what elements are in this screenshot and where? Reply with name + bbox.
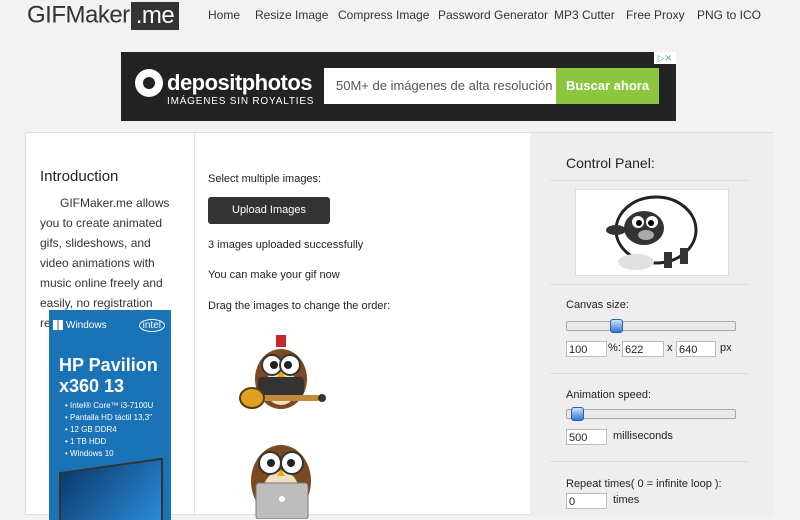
laptop-image — [59, 457, 163, 520]
drag-hint: Drag the images to change the order: — [208, 300, 391, 312]
middle-column: Select multiple images: Upload Images 3 … — [194, 133, 530, 519]
ad-search-button[interactable]: Buscar ahora — [556, 68, 659, 104]
ad-tagline: IMÁGENES SIN ROYALTIES — [167, 96, 315, 107]
control-panel: Control Panel: Canvas size: 100 %: 622 x… — [530, 133, 774, 516]
spec-item: 12 GB DDR4 — [65, 424, 153, 436]
animation-speed-slider[interactable] — [566, 407, 736, 421]
side-ad-specs: Intel® Core™ i3-7100U Pantalla HD táctil… — [55, 400, 153, 460]
nav-password-generator[interactable]: Password Generator — [438, 8, 548, 22]
nav-mp3-cutter[interactable]: MP3 Cutter — [554, 8, 615, 22]
px-unit: px — [720, 342, 732, 354]
speed-input[interactable]: 500 — [566, 429, 607, 445]
speed-slider-thumb[interactable] — [571, 407, 585, 421]
upload-status: 3 images uploaded successfully — [208, 239, 364, 251]
repeat-times-label: Repeat times( 0 = infinite loop ): — [566, 478, 722, 490]
canvas-height-input[interactable]: 640 — [676, 341, 716, 357]
dimension-separator: x — [667, 342, 673, 354]
adchoices-icon[interactable]: ▷✕ — [654, 52, 676, 64]
owl-laptop-image[interactable] — [238, 433, 328, 519]
spec-item: Intel® Core™ i3-7100U — [65, 400, 153, 412]
camera-icon — [135, 69, 163, 97]
nav-resize-image[interactable]: Resize Image — [255, 8, 328, 22]
logo-tld: .me — [130, 1, 180, 30]
canvas-slider-thumb[interactable] — [609, 319, 623, 333]
intel-badge: intel — [138, 319, 165, 332]
ad-brand: depositphotos — [167, 70, 313, 95]
percent-separator: %: — [608, 342, 621, 354]
side-ad[interactable]: Windows intel HP Pavilion x360 13 Intel®… — [49, 310, 171, 520]
divider — [550, 373, 748, 374]
intro-title: Introduction — [40, 168, 119, 185]
panel-title: Control Panel: — [566, 155, 655, 171]
nav-home[interactable]: Home — [208, 8, 240, 22]
divider — [550, 180, 748, 181]
nav-compress-image[interactable]: Compress Image — [338, 8, 429, 22]
side-ad-title: HP Pavilion x360 13 — [59, 355, 158, 396]
canvas-size-slider[interactable] — [566, 319, 736, 333]
canvas-size-label: Canvas size: — [566, 299, 629, 311]
site-logo[interactable]: GIFMaker .me — [27, 1, 180, 30]
sheep-preview-image — [575, 189, 729, 276]
nav-free-proxy[interactable]: Free Proxy — [626, 8, 685, 22]
spec-item: Pantalla HD táctil 13,3" — [65, 412, 153, 424]
can-make-text: You can make your gif now — [208, 269, 340, 281]
spec-item: 1 TB HDD — [65, 436, 153, 448]
windows-badge: Windows — [53, 320, 107, 331]
canvas-percent-input[interactable]: 100 — [566, 341, 607, 357]
upload-images-button[interactable]: Upload Images — [208, 197, 330, 224]
times-unit: times — [613, 494, 640, 506]
windows-logo-icon — [53, 320, 63, 331]
owl-guitar-image[interactable] — [238, 333, 328, 419]
select-label: Select multiple images: — [208, 173, 322, 185]
main-content: Introduction GIFMaker.me allows you to c… — [25, 132, 774, 520]
left-column: Introduction GIFMaker.me allows you to c… — [26, 133, 195, 520]
windows-label: Windows — [66, 320, 107, 331]
milliseconds-unit: milliseconds — [613, 430, 673, 442]
banner-ad[interactable]: depositphotos IMÁGENES SIN ROYALTIES 50M… — [121, 52, 676, 121]
canvas-width-input[interactable]: 622 — [622, 341, 664, 357]
top-bar: GIFMaker .me Home Resize Image Compress I… — [0, 0, 800, 32]
divider — [550, 284, 748, 285]
divider — [550, 461, 748, 462]
ad-search-box[interactable]: 50M+ de imágenes de alta resolución — [324, 68, 556, 104]
repeat-input[interactable]: 0 — [566, 493, 607, 509]
spec-item: Windows 10 — [65, 448, 153, 460]
logo-brand: GIFMaker — [27, 1, 130, 29]
nav-png-to-ico[interactable]: PNG to ICO — [697, 8, 761, 22]
animation-speed-label: Animation speed: — [566, 389, 651, 401]
